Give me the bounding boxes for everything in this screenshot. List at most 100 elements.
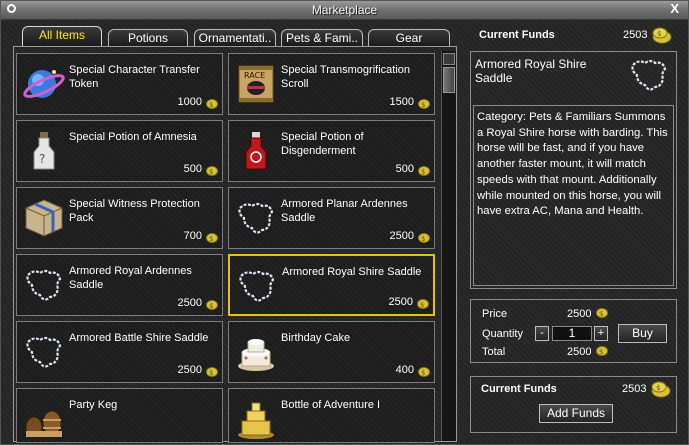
svg-text:$: $ [599,348,603,356]
scroll-thumb[interactable] [443,67,455,93]
item-card[interactable]: Armored Royal Ardennes Saddle 2500 $ [16,254,223,316]
item-card[interactable]: Bottle of Adventure I [228,388,435,443]
scroll-up-icon[interactable] [443,53,455,65]
tab-ornamentation[interactable]: Ornamentati.. [194,29,276,46]
coin-stack-icon: $ [652,27,672,44]
svg-text:$: $ [657,30,661,38]
title-bar[interactable]: Marketplace X [1,1,688,20]
svg-text:$: $ [209,235,213,243]
coin-icon: $ [206,367,218,377]
keg-icon [25,410,62,438]
item-name: Special Witness Protection Pack [69,198,200,224]
window-title: Marketplace [311,3,378,17]
race-scroll-icon: RACE [238,65,274,103]
quantity-input[interactable]: 1 [552,326,592,341]
tab-all-items[interactable]: All Items [22,26,102,46]
item-name: Special Character Transfer Token [69,64,200,90]
item-description: Category: Pets & Familiars Summons a Roy… [477,111,668,218]
item-name: Armored Royal Shire Saddle [282,266,422,278]
coin-icon: $ [206,233,218,243]
item-price: 500 [395,163,414,175]
package-icon [25,199,63,237]
svg-text:$: $ [209,101,213,109]
item-price: 2500 [177,364,202,376]
buy-button[interactable]: Buy [618,324,667,343]
tab-pets-familiars[interactable]: Pets & Fami.. [281,29,363,46]
coin-icon: $ [418,367,430,377]
svg-text:$: $ [421,168,425,176]
item-price: 400 [395,364,414,376]
coin-stack-icon: $ [651,381,671,398]
total-label: Total [482,346,506,358]
tab-gear[interactable]: Gear [368,29,450,46]
item-name: Special Transmogrification Scroll [281,64,411,90]
svg-text:$: $ [421,235,425,243]
item-price: 1000 [177,96,202,108]
item-card[interactable]: Special Character Transfer Token 1000 $ [16,53,223,115]
saddle-icon [26,269,62,301]
quantity-decrease-button[interactable]: - [535,326,549,341]
item-card[interactable]: ? Special Potion of Amnesia 500 $ [16,120,223,182]
white-potion-icon: ? [33,132,55,170]
svg-text:RACE: RACE [244,71,265,80]
funds-value-bottom: 2503 [622,383,647,395]
coin-icon: $ [418,166,430,176]
item-card[interactable]: Armored Planar Ardennes Saddle 2500 $ [228,187,435,249]
svg-text:$: $ [421,101,425,109]
funds-label-bottom: Current Funds [481,383,557,395]
detail-title: Armored Royal Shire Saddle [475,57,587,85]
marketplace-window: Marketplace X All Items Potions Ornament… [0,0,689,445]
saddle-icon [239,270,275,302]
saddle-icon [631,59,667,91]
item-price: 1500 [389,96,414,108]
item-name: Armored Planar Ardennes Saddle [281,198,408,224]
svg-text:$: $ [209,302,213,310]
coin-icon: $ [206,99,218,109]
funds-label-top: Current Funds [479,29,555,41]
tab-potions[interactable]: Potions [108,29,188,46]
item-price: 2500 [388,296,413,308]
item-card[interactable]: RACE Special Transmogrification Scroll 1… [228,53,435,115]
item-name: Birthday Cake [281,332,351,344]
item-name: Bottle of Adventure I [281,399,381,411]
item-name: Armored Royal Ardennes Saddle [69,265,192,291]
planet-token-icon [23,70,65,98]
price-value: 2500 [567,308,592,320]
item-name: Party Keg [69,399,118,411]
saddle-icon [238,202,274,234]
item-card[interactable]: Party Keg [16,388,223,443]
item-name: Armored Battle Shire Saddle [69,332,209,344]
svg-text:$: $ [209,168,213,176]
coin-icon: $ [206,300,218,310]
price-label: Price [482,308,508,320]
svg-text:$: $ [420,301,424,309]
total-value: 2500 [567,346,592,358]
item-card[interactable]: Special Potion of Disgenderment 500 $ [228,120,435,182]
svg-text:$: $ [656,384,660,392]
item-card[interactable]: Armored Battle Shire Saddle 2500 $ [16,321,223,383]
item-price: 700 [183,230,202,242]
saddle-icon [26,336,62,368]
coin-icon: $ [418,99,430,109]
add-funds-button[interactable]: Add Funds [539,404,613,423]
item-card-selected[interactable]: Armored Royal Shire Saddle 2500 $ [228,254,435,316]
coin-icon: $ [206,166,218,176]
coin-icon: $ [418,233,430,243]
item-card[interactable]: Special Witness Protection Pack 700 $ [16,187,223,249]
funds-value-top: 2503 [623,29,648,41]
item-name: Special Potion of Amnesia [69,131,197,143]
coin-icon: $ [596,346,608,356]
close-icon[interactable]: X [670,1,679,16]
quantity-increase-button[interactable]: + [594,326,608,341]
coin-icon: $ [596,308,608,318]
item-card[interactable]: Birthday Cake 400 $ [228,321,435,383]
svg-text:$: $ [421,369,425,377]
item-price: 2500 [389,230,414,242]
quantity-label: Quantity [482,328,523,340]
cake-icon [238,339,274,371]
item-list-scrollbar[interactable] [441,51,456,441]
item-name: Special Potion of Disgenderment [281,131,364,157]
red-potion-icon [245,132,267,170]
svg-text:$: $ [209,369,213,377]
svg-text:?: ? [39,152,45,166]
